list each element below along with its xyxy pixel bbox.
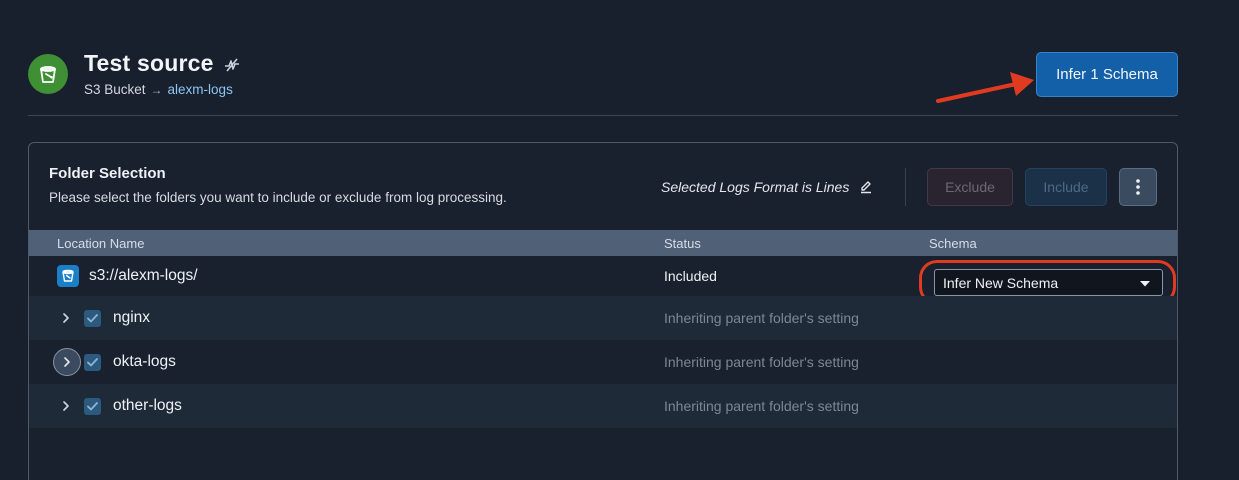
folder-name: other-logs bbox=[113, 397, 182, 414]
table-row-root[interactable]: s3://alexm-logs/ Included Infer New Sche… bbox=[29, 256, 1177, 305]
chevron-right-icon bbox=[53, 348, 81, 376]
source-header: Test source S3 Bucket → alexm-logs bbox=[28, 50, 240, 97]
table-row[interactable]: nginx Inheriting parent folder's setting bbox=[29, 296, 1177, 340]
table-header: Location Name Status Schema bbox=[29, 230, 1177, 256]
breadcrumb-bucket-link[interactable]: alexm-logs bbox=[168, 82, 233, 97]
column-header-location: Location Name bbox=[57, 236, 145, 251]
folder-status: Inheriting parent folder's setting bbox=[664, 354, 859, 370]
chevron-right-icon bbox=[59, 400, 73, 412]
logs-format-label: Selected Logs Format is Lines bbox=[661, 179, 873, 195]
expand-toggle[interactable] bbox=[53, 340, 81, 384]
pulse-off-icon bbox=[224, 57, 240, 73]
panel-title: Folder Selection bbox=[49, 165, 166, 182]
expand-toggle[interactable] bbox=[59, 384, 73, 428]
checkmark-icon bbox=[84, 397, 101, 415]
exclude-button[interactable]: Exclude bbox=[927, 168, 1013, 206]
header-divider bbox=[28, 115, 1178, 116]
row-checkbox[interactable] bbox=[84, 384, 101, 428]
folder-status: Inheriting parent folder's setting bbox=[664, 398, 859, 414]
page-title: Test source bbox=[84, 50, 214, 76]
schema-select-value: Infer New Schema bbox=[943, 274, 1059, 291]
schema-select[interactable]: Infer New Schema bbox=[934, 269, 1163, 296]
logs-format-text: Selected Logs Format is Lines bbox=[661, 179, 850, 195]
checkmark-icon bbox=[84, 309, 101, 327]
chevron-right-icon bbox=[59, 312, 73, 324]
include-button[interactable]: Include bbox=[1025, 168, 1107, 206]
toolbar-divider bbox=[905, 168, 906, 206]
s3-bucket-icon bbox=[57, 265, 79, 287]
annotation-arrow-icon bbox=[936, 72, 1034, 103]
breadcrumb-type: S3 Bucket bbox=[84, 82, 146, 97]
folder-name: okta-logs bbox=[113, 353, 176, 370]
panel-description: Please select the folders you want to in… bbox=[49, 190, 507, 205]
checkmark-icon bbox=[84, 353, 101, 371]
row-checkbox[interactable] bbox=[84, 340, 101, 384]
folder-name: nginx bbox=[113, 309, 151, 326]
kebab-menu-icon bbox=[1136, 179, 1140, 195]
more-options-button[interactable] bbox=[1119, 168, 1157, 206]
caret-down-icon bbox=[1140, 281, 1150, 287]
breadcrumb-arrow-icon: → bbox=[150, 82, 163, 97]
row-checkbox[interactable] bbox=[84, 296, 101, 340]
root-status: Included bbox=[664, 268, 717, 284]
table-row[interactable]: other-logs Inheriting parent folder's se… bbox=[29, 384, 1177, 428]
folder-status: Inheriting parent folder's setting bbox=[664, 310, 859, 326]
root-location-cell: s3://alexm-logs/ bbox=[57, 256, 198, 296]
infer-schema-button[interactable]: Infer 1 Schema bbox=[1036, 52, 1178, 97]
breadcrumb: S3 Bucket → alexm-logs bbox=[84, 82, 240, 97]
column-header-schema: Schema bbox=[929, 236, 977, 251]
root-location-name: s3://alexm-logs/ bbox=[89, 267, 198, 284]
table-row[interactable]: okta-logs Inheriting parent folder's set… bbox=[29, 340, 1177, 384]
column-header-status: Status bbox=[664, 236, 701, 251]
folder-selection-panel: Folder Selection Please select the folde… bbox=[28, 142, 1178, 480]
edit-icon[interactable] bbox=[859, 180, 873, 194]
bucket-icon bbox=[28, 53, 68, 94]
expand-toggle[interactable] bbox=[59, 296, 73, 340]
